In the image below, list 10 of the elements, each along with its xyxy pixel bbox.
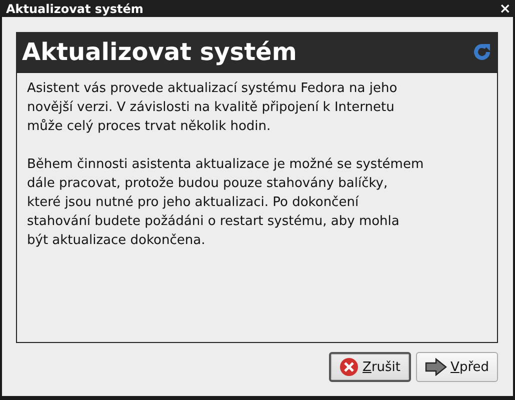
arrow-right-icon bbox=[424, 358, 447, 376]
close-button[interactable]: × bbox=[499, 2, 511, 16]
window-title: Aktualizovat systém bbox=[6, 2, 144, 16]
forward-button[interactable]: Vpřed bbox=[416, 352, 498, 382]
cancel-icon bbox=[338, 357, 359, 377]
cancel-button[interactable]: Zrušit bbox=[328, 352, 411, 382]
header-title: Aktualizovat systém bbox=[22, 38, 297, 66]
description-text: Asistent vás provede aktualizací systému Fedora na jeho novější verzi. V závislosti na kvalitě připojení k Internetu může celý proces trvat několik hodin. bbox=[27, 80, 398, 136]
refresh-icon bbox=[472, 42, 492, 62]
description-text: Během činnosti asistenta aktualizace je možné se systémem dále pracovat, protože budou pouze stahovány balíčky, které jsou nutné pro jeho aktualizaci. Po dokončení stahování budete požádáni o restart systému, aby mohla být aktualizace dokončena. bbox=[27, 156, 424, 250]
